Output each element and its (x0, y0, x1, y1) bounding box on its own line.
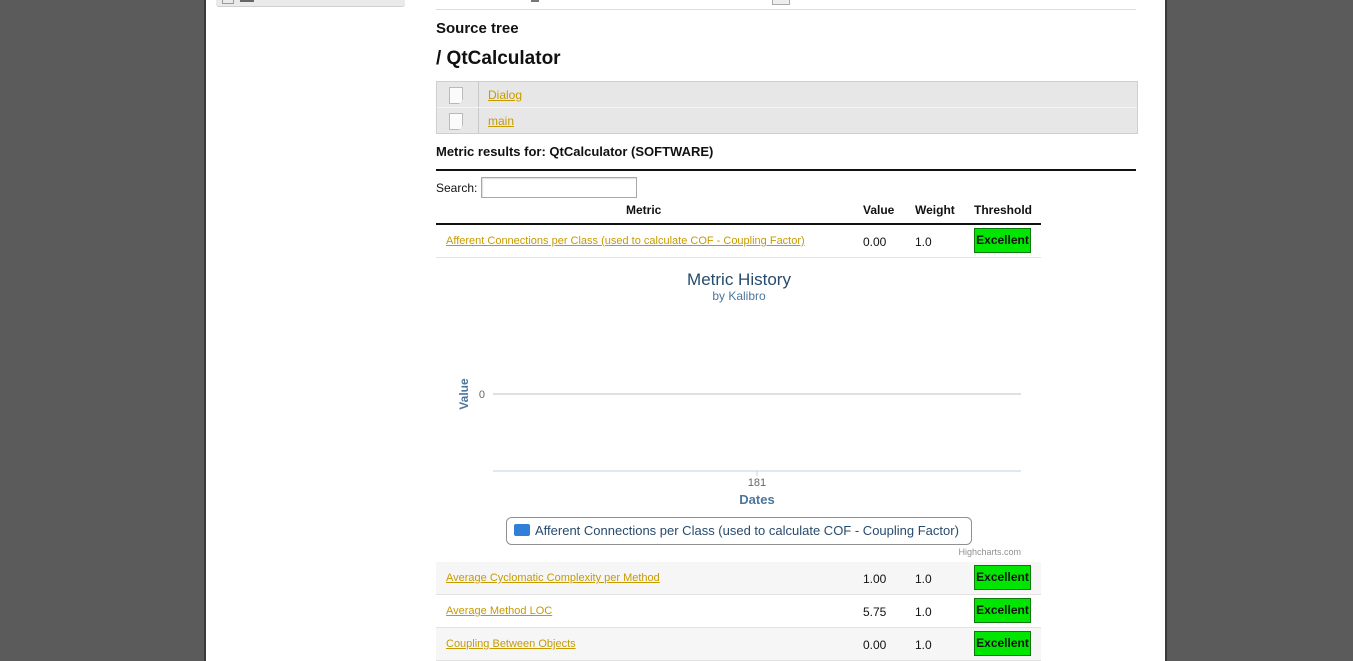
column-header-value[interactable]: Value (863, 203, 894, 217)
top-form-label-fragment (531, 0, 539, 2)
column-header-weight[interactable]: Weight (915, 203, 955, 217)
date-picker-button[interactable] (772, 0, 790, 5)
metric-history-chart: Metric History by Kalibro 0 181 Value Da… (436, 258, 1041, 562)
metric-results-heading: Metric results for: QtCalculator (SOFTWA… (436, 144, 714, 159)
legend-series-swatch (514, 524, 530, 536)
source-tree-item: Dialog (437, 82, 1137, 108)
column-header-metric[interactable]: Metric (626, 203, 661, 217)
threshold-badge: Excellent (974, 228, 1031, 253)
file-icon (449, 113, 463, 130)
source-tree-link-main[interactable]: main (488, 114, 514, 128)
chart-legend[interactable]: Afferent Connections per Class (used to … (506, 517, 972, 545)
chart-y-tick-label: 0 (479, 389, 485, 401)
chart-y-axis-label: Value (457, 378, 471, 410)
file-icon-cell (437, 82, 479, 107)
metric-history-chart-svg: Metric History by Kalibro 0 181 Value Da… (457, 270, 1021, 557)
source-tree-heading: Source tree (436, 20, 519, 37)
metric-value: 0.00 (863, 235, 887, 249)
metric-value: 0.00 (863, 638, 887, 652)
search-input[interactable] (481, 177, 637, 198)
page-shadow-right (1165, 0, 1167, 661)
metric-link[interactable]: Coupling Between Objects (446, 638, 576, 650)
chart-x-axis-ticks: 181 (748, 471, 766, 489)
metric-value: 5.75 (863, 605, 887, 619)
threshold-badge: Excellent (974, 565, 1031, 590)
source-tree-item: main (437, 108, 1137, 133)
chart-y-axis-ticks: 0 (479, 389, 485, 401)
chart-title: Metric History (687, 270, 791, 289)
source-tree-link-dialog[interactable]: Dialog (488, 88, 522, 102)
table-row: Afferent Connections per Class (used to … (436, 225, 1041, 258)
column-header-threshold[interactable]: Threshold (974, 203, 1032, 217)
metric-weight: 1.0 (915, 235, 932, 249)
chart-subtitle: by Kalibro (712, 289, 766, 303)
top-divider (436, 9, 1136, 10)
source-tree-path: / QtCalculator (436, 48, 561, 69)
threshold-badge: Excellent (974, 598, 1031, 623)
metric-link[interactable]: Average Cyclomatic Complexity per Method (446, 572, 660, 584)
metric-weight: 1.0 (915, 605, 932, 619)
source-tree-list: Dialog main (436, 81, 1138, 134)
metric-weight: 1.0 (915, 638, 932, 652)
chart-x-axis-label: Dates (739, 492, 774, 507)
metric-link[interactable]: Average Method LOC (446, 605, 552, 617)
page: Source tree / QtCalculator Dialog main M… (206, 0, 1165, 661)
file-icon-cell (437, 108, 479, 133)
legend-series-label[interactable]: Afferent Connections per Class (used to … (535, 523, 959, 538)
menu-item-icon (222, 0, 234, 4)
search-label: Search: (436, 181, 478, 195)
table-row: Average Cyclomatic Complexity per Method… (436, 562, 1041, 595)
table-row: Average Method LOC 5.75 1.0 Excellent (436, 595, 1041, 628)
threshold-badge: Excellent (974, 631, 1031, 656)
file-icon (449, 87, 463, 104)
metric-results-divider (436, 169, 1136, 171)
menu-item-label-fragment (240, 0, 254, 2)
chart-credits[interactable]: Highcharts.com (958, 547, 1021, 557)
metric-weight: 1.0 (915, 572, 932, 586)
chart-x-tick-label: 181 (748, 477, 766, 489)
sidebar-menu-item[interactable] (216, 0, 405, 7)
metric-value: 1.00 (863, 572, 887, 586)
metric-link[interactable]: Afferent Connections per Class (used to … (446, 235, 805, 247)
table-row: Coupling Between Objects 0.00 1.0 Excell… (436, 628, 1041, 661)
